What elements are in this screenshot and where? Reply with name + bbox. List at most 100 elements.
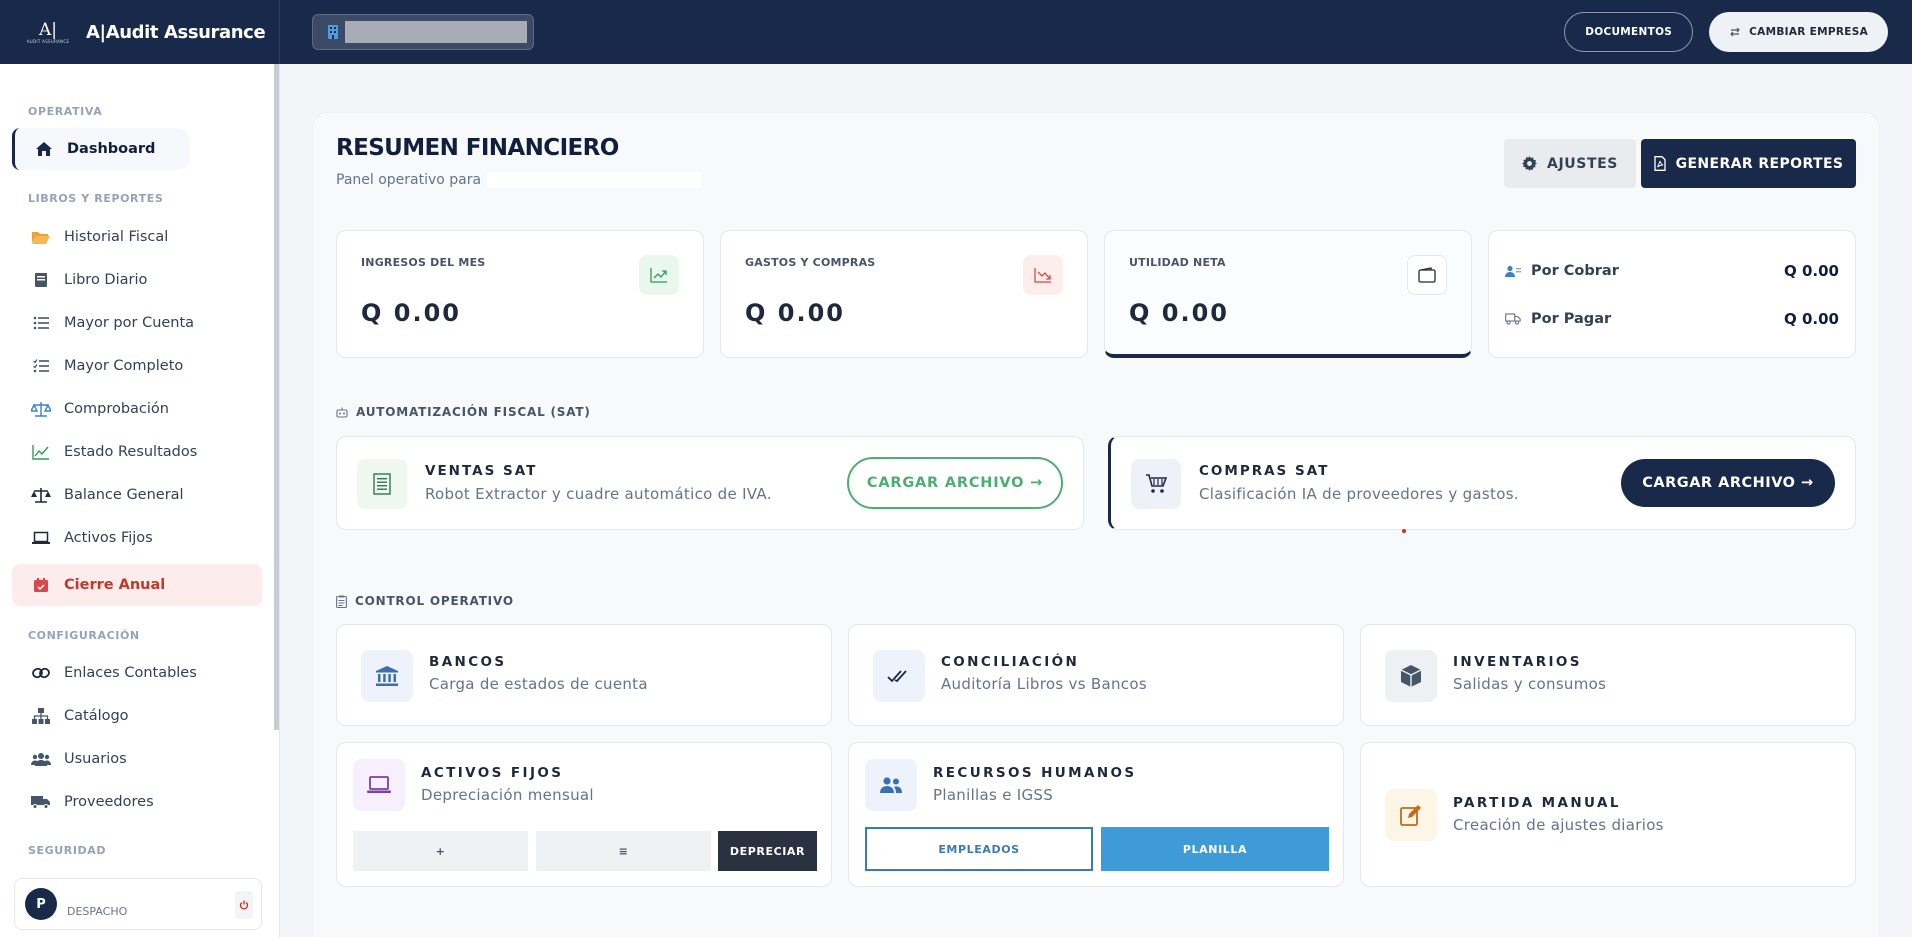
- partida-manual-card[interactable]: PARTIDA MANUAL Creación de ajustes diari…: [1360, 742, 1856, 887]
- section-libros: LIBROS Y REPORTES: [28, 192, 164, 205]
- home-icon: [33, 138, 55, 160]
- kpi-por-cobrar[interactable]: Por Cobrar Q 0.00: [1505, 259, 1839, 283]
- sidebar-item-cierre[interactable]: Cierre Anual: [12, 564, 262, 606]
- por-cobrar-value: Q 0.00: [1784, 262, 1839, 280]
- compras-sat-card: COMPRAS SAT Clasificación IA de proveedo…: [1108, 436, 1856, 530]
- ventas-upload-button[interactable]: CARGAR ARCHIVO →: [847, 457, 1063, 509]
- sidebar-item-dashboard[interactable]: Dashboard: [12, 128, 190, 170]
- generate-reports-label: GENERAR REPORTES: [1675, 155, 1844, 172]
- file-pdf-icon: [1653, 156, 1676, 171]
- list-check-icon: [30, 355, 52, 377]
- por-cobrar-label: Por Cobrar: [1531, 263, 1619, 279]
- double-check-icon: [873, 650, 925, 702]
- kpi-utilidad[interactable]: UTILIDAD NETA Q 0.00: [1104, 230, 1472, 358]
- kpi-value: Q 0.00: [745, 299, 845, 327]
- logout-button[interactable]: [235, 891, 253, 919]
- sidebar-item-diario[interactable]: Libro Diario: [12, 259, 262, 301]
- inventarios-card[interactable]: INVENTARIOS Salidas y consumos: [1360, 624, 1856, 726]
- sidebar-item-resultados[interactable]: Estado Resultados: [12, 431, 262, 473]
- partida-manual-title: PARTIDA MANUAL: [1453, 795, 1621, 811]
- section-seguridad: SEGURIDAD: [28, 844, 107, 857]
- sidebar-scrollbar[interactable]: [274, 64, 279, 730]
- add-asset-button[interactable]: +: [353, 831, 528, 871]
- power-icon: [239, 900, 249, 910]
- inventarios-description: Salidas y consumos: [1453, 675, 1607, 693]
- kpi-label: UTILIDAD NETA: [1129, 256, 1226, 269]
- sidebar-item-label: Libro Diario: [64, 272, 148, 288]
- indicator-dot: [1402, 529, 1406, 533]
- company-selector[interactable]: [312, 14, 534, 50]
- sidebar-item-catalogo[interactable]: Catálogo: [12, 695, 262, 737]
- line-chart-icon: [30, 441, 52, 463]
- activos-fijos-title: ACTIVOS FIJOS: [421, 765, 564, 781]
- ventas-sat-title: VENTAS SAT: [425, 463, 538, 479]
- brand[interactable]: A| AUDIT ASSURANCE A|Audit Assurance: [0, 0, 280, 64]
- sidebar-item-historial[interactable]: Historial Fiscal: [12, 216, 262, 258]
- bancos-title: BANCOS: [429, 654, 507, 670]
- sidebar-item-label: Mayor por Cuenta: [64, 315, 195, 331]
- change-company-button[interactable]: CAMBIAR EMPRESA: [1709, 12, 1888, 52]
- kpi-ingresos[interactable]: INGRESOS DEL MES Q 0.00: [336, 230, 704, 358]
- empleados-button[interactable]: EMPLEADOS: [865, 827, 1093, 871]
- bancos-card[interactable]: BANCOS Carga de estados de cuenta: [336, 624, 832, 726]
- kpi-cuentas: Por Cobrar Q 0.00 Por Pagar Q 0.00: [1488, 230, 1856, 358]
- sidebar-item-usuarios[interactable]: Usuarios: [12, 738, 262, 780]
- sidebar-item-label: Dashboard: [67, 141, 156, 157]
- robot-icon: [336, 407, 356, 418]
- inventarios-title: INVENTARIOS: [1453, 654, 1582, 670]
- sidebar-item-balance[interactable]: Balance General: [12, 474, 262, 516]
- conciliacion-title: CONCILIACIÓN: [941, 654, 1080, 670]
- activos-fijos-card: ACTIVOS FIJOS Depreciación mensual + ≡ D…: [336, 742, 832, 887]
- generate-reports-button[interactable]: GENERAR REPORTES: [1641, 139, 1856, 188]
- documents-button[interactable]: DOCUMENTOS: [1564, 12, 1694, 52]
- sat-section-title: AUTOMATIZACIÓN FISCAL (SAT): [356, 405, 591, 419]
- section-config: CONFIGURACIÓN: [28, 629, 140, 642]
- sidebar-item-mayor-cuenta[interactable]: Mayor por Cuenta: [12, 302, 262, 344]
- settings-button[interactable]: AJUSTES: [1504, 139, 1636, 188]
- sidebar-item-mayor-completo[interactable]: Mayor Completo: [12, 345, 262, 387]
- sidebar-item-enlaces[interactable]: Enlaces Contables: [12, 652, 262, 694]
- folder-open-icon: [30, 226, 52, 248]
- sidebar-item-comprobacion[interactable]: Comprobación: [12, 388, 262, 430]
- bancos-description: Carga de estados de cuenta: [429, 675, 648, 693]
- rrhh-title: RECURSOS HUMANOS: [933, 765, 1137, 781]
- kpi-label: GASTOS Y COMPRAS: [745, 256, 876, 269]
- kpi-por-pagar[interactable]: Por Pagar Q 0.00: [1505, 307, 1839, 331]
- top-bar: A| AUDIT ASSURANCE A|Audit Assurance DOC…: [0, 0, 1912, 64]
- compras-upload-button[interactable]: CARGAR ARCHIVO →: [1621, 459, 1835, 507]
- link-icon: [30, 662, 52, 684]
- conciliacion-card[interactable]: CONCILIACIÓN Auditoría Libros vs Bancos: [848, 624, 1344, 726]
- section-operativa: OPERATIVA: [28, 105, 103, 118]
- page-subtitle-text: Panel operativo para: [336, 172, 482, 188]
- user-card[interactable]: P DESPACHO: [14, 878, 262, 930]
- kpi-value: Q 0.00: [1129, 299, 1229, 327]
- control-section-heading: CONTROL OPERATIVO: [336, 594, 514, 608]
- edit-icon: [1385, 789, 1437, 841]
- depreciar-button[interactable]: DEPRECIAR: [718, 831, 817, 871]
- sidebar-item-label: Mayor Completo: [64, 358, 184, 374]
- compras-sat-description: Clasificación IA de proveedores y gastos…: [1199, 485, 1519, 503]
- box-icon: [1385, 650, 1437, 702]
- kpi-value: Q 0.00: [361, 299, 461, 327]
- laptop-icon: [30, 527, 52, 549]
- user-money-icon: [1505, 265, 1531, 278]
- por-pagar-value: Q 0.00: [1784, 310, 1839, 328]
- receipt-icon: [357, 459, 407, 509]
- asset-list-button[interactable]: ≡: [536, 831, 711, 871]
- sitemap-icon: [30, 705, 52, 727]
- sidebar-item-label: Enlaces Contables: [64, 665, 197, 681]
- building-icon: [327, 24, 339, 40]
- recursos-humanos-card: RECURSOS HUMANOS Planillas e IGSS EMPLEA…: [848, 742, 1344, 887]
- sidebar-item-proveedores[interactable]: Proveedores: [12, 781, 262, 823]
- sidebar-item-activos[interactable]: Activos Fijos: [12, 517, 262, 559]
- balance-icon: [30, 484, 52, 506]
- planilla-button[interactable]: PLANILLA: [1101, 827, 1329, 871]
- kpi-gastos[interactable]: GASTOS Y COMPRAS Q 0.00: [720, 230, 1088, 358]
- settings-label: AJUSTES: [1547, 155, 1618, 172]
- laptop-icon: [353, 759, 405, 811]
- calendar-check-icon: [30, 574, 52, 596]
- user-role: DESPACHO: [67, 904, 128, 918]
- sidebar: OPERATIVA Dashboard LIBROS Y REPORTES Hi…: [0, 64, 280, 937]
- truck-outline-icon: [1505, 313, 1531, 325]
- control-section-title: CONTROL OPERATIVO: [355, 594, 514, 608]
